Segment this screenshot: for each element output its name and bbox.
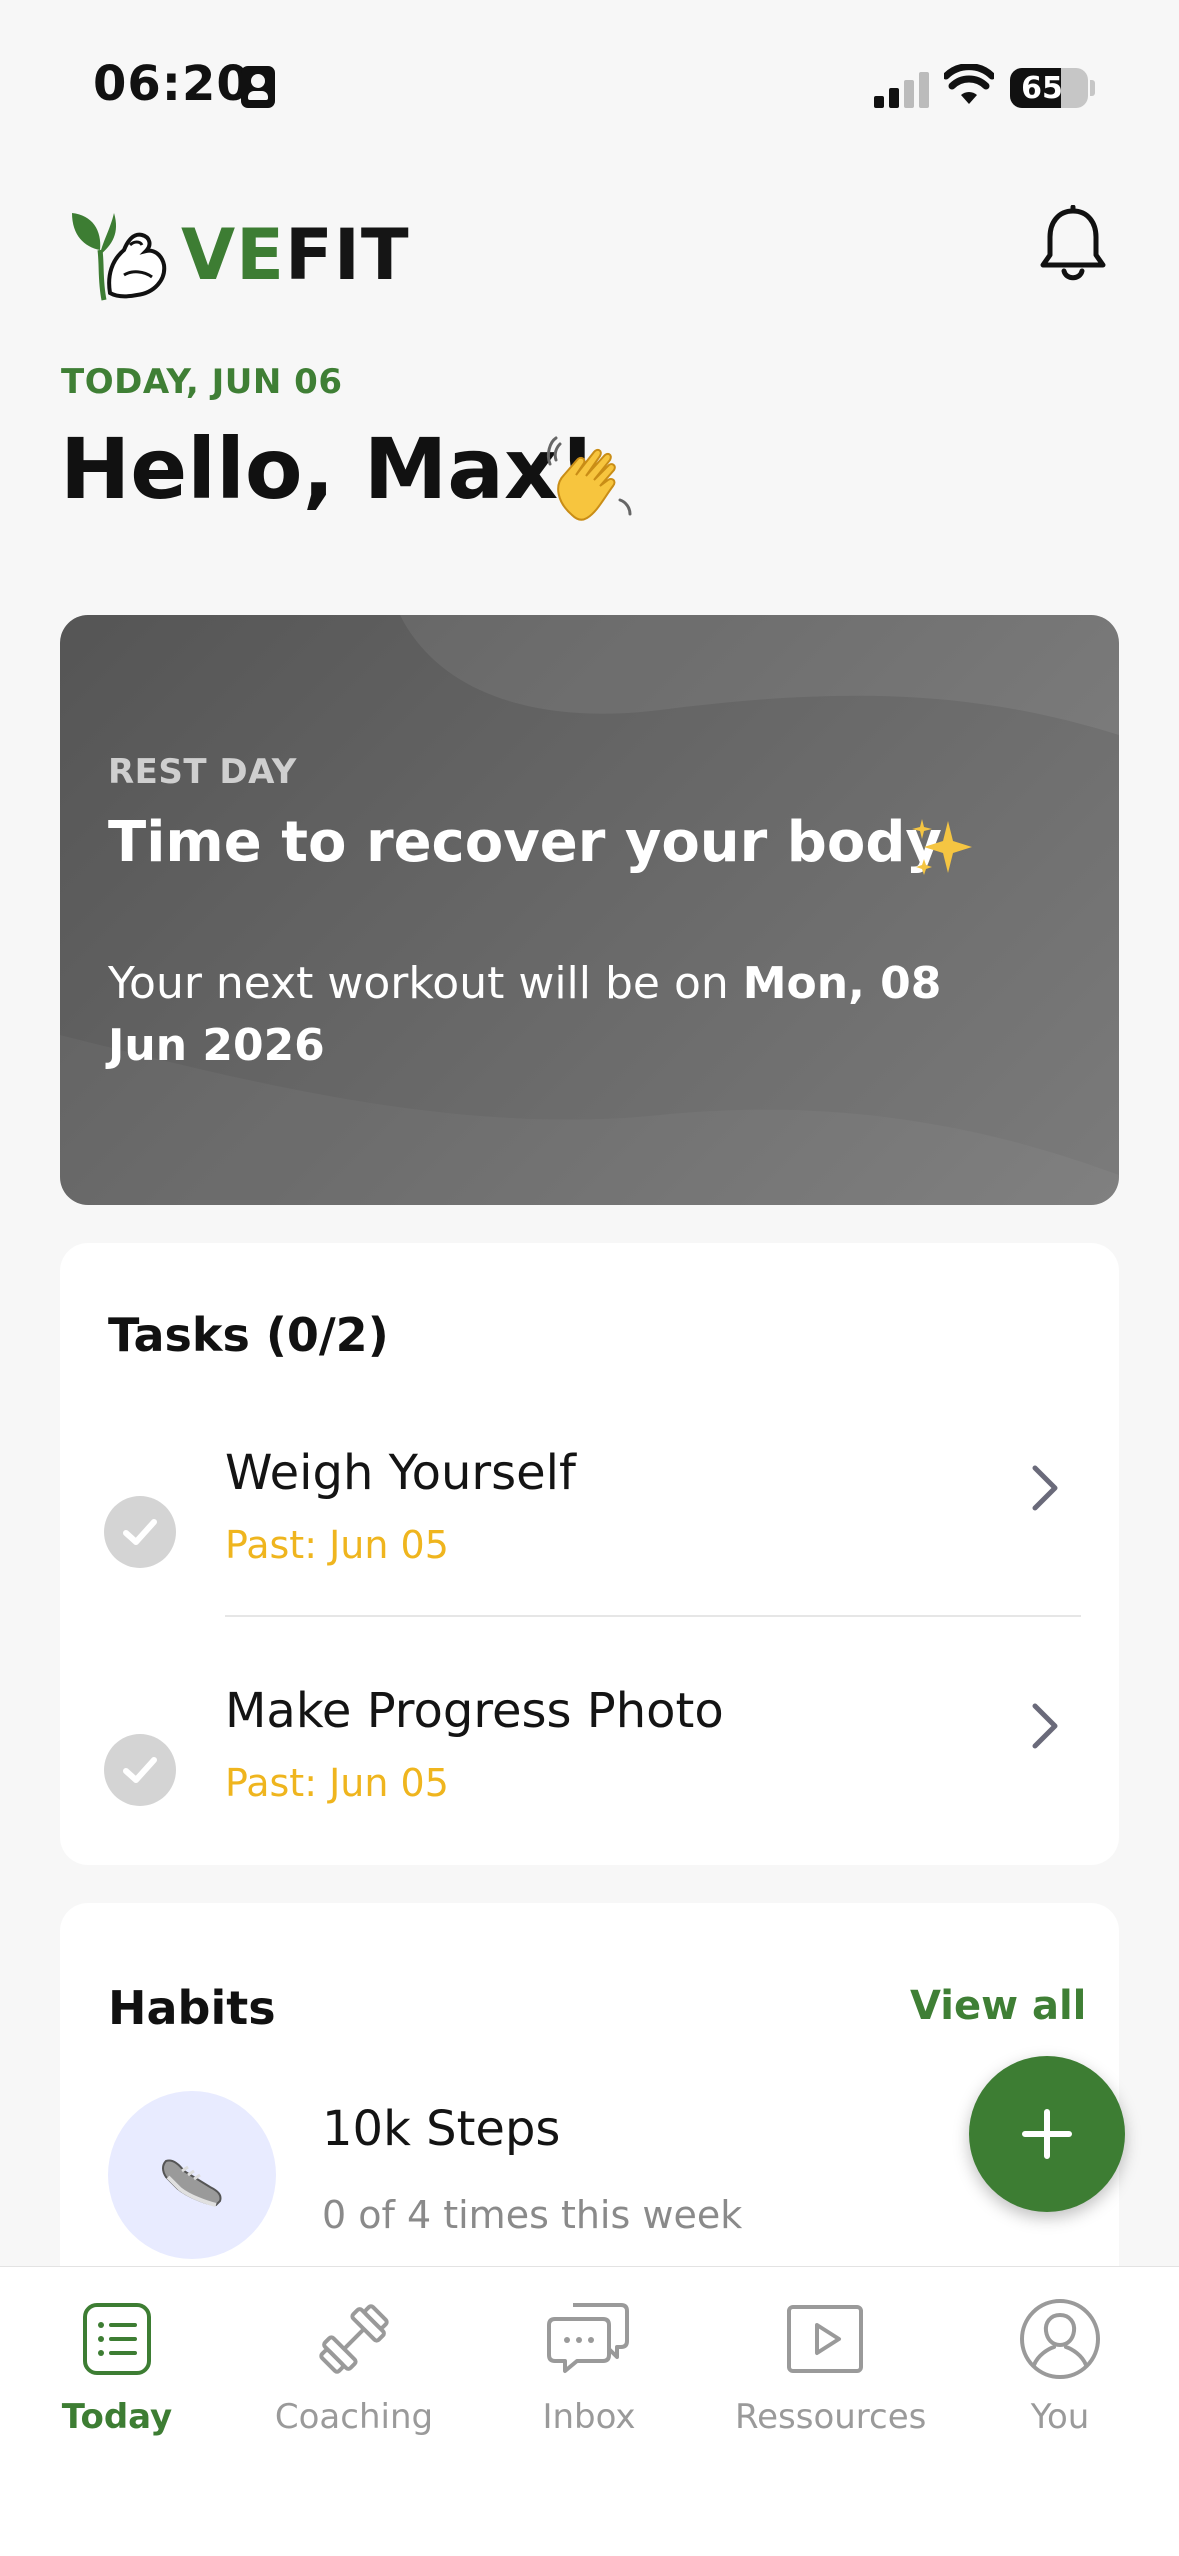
tab-inbox[interactable]: Inbox [499,2297,679,2447]
habits-title: Habits [108,1981,276,2035]
task-divider [225,1615,1081,1617]
tab-bar: Today Coaching Inbox Ressources You [0,2266,1179,2556]
next-workout-text: Your next workout will be on Mon, 08 Jun… [108,953,988,1077]
tab-label: Today [61,2397,173,2437]
rest-day-tag: REST DAY [108,752,297,792]
task-name: Make Progress Photo [225,1683,724,1739]
chevron-right-icon [1032,1465,1058,1511]
battery-tip [1090,80,1095,96]
add-button[interactable] [969,2056,1125,2212]
tab-label: Ressources [735,2397,927,2437]
today-list-icon [83,2303,151,2375]
date-label: TODAY, JUN 06 [61,362,343,402]
greeting-title: Hello, Max! [60,420,597,518]
task-checkbox[interactable] [104,1734,176,1806]
vefit-logo: VEFIT [62,205,410,305]
tab-you[interactable]: You [970,2297,1150,2447]
profile-icon [1020,2299,1100,2379]
tab-today[interactable]: Today [27,2297,207,2447]
habit-avatar [108,2091,276,2259]
view-all-habits-link[interactable]: View all [910,1983,1086,2029]
chevron-right-icon [1032,1703,1058,1749]
habit-progress: 0 of 4 times this week [322,2193,743,2237]
battery-icon: 65 [1010,68,1088,108]
status-bar: 06:20 65 [0,0,1179,170]
task-name: Weigh Yourself [225,1445,576,1501]
check-icon [123,1757,157,1783]
next-workout-prefix: Your next workout will be on [108,958,743,1009]
habits-card: Habits View all 10k Steps 0 of 4 times t… [60,1903,1119,2303]
status-time: 06:20 [93,56,251,112]
cellular-signal-icon [874,70,934,108]
tasks-card: Tasks (0/2) Weigh Yourself Past: Jun 05 … [60,1243,1119,1865]
card-background-wave [60,615,1119,1205]
task-row[interactable]: Make Progress Photo Past: Jun 05 [60,1661,1119,1861]
check-icon [123,1519,157,1545]
chat-bubbles-icon [547,2303,629,2373]
rest-day-card[interactable]: REST DAY Time to recover your body Your … [60,615,1119,1205]
tab-label: You [1030,2397,1090,2437]
home-screen: 06:20 65 VEFIT TODAY, JUN 06 Hello, Max!… [0,0,1179,2556]
task-due-date: Past: Jun 05 [225,1761,449,1805]
logo-wordmark: VEFIT [181,214,410,296]
plus-icon [1022,2109,1072,2159]
leaf-bicep-logo-icon [72,213,167,301]
contact-card-icon [241,66,275,108]
sneaker-icon [162,2159,222,2207]
notifications-bell-icon[interactable] [1038,205,1108,285]
waving-hand-icon [546,436,632,521]
tab-label: Coaching [274,2397,434,2437]
tab-label: Inbox [542,2397,636,2437]
tab-ressources[interactable]: Ressources [735,2297,927,2447]
tasks-title: Tasks (0/2) [108,1308,389,1362]
task-due-date: Past: Jun 05 [225,1523,449,1567]
rest-day-title: Time to recover your body [108,810,942,875]
habit-name: 10k Steps [322,2101,561,2157]
task-checkbox[interactable] [104,1496,176,1568]
tab-coaching[interactable]: Coaching [264,2297,444,2447]
dumbbell-icon [319,2304,389,2374]
battery-percentage: 65 [1021,71,1063,106]
play-video-icon [787,2305,863,2373]
logo-ve: VE [181,214,285,296]
wifi-icon [944,64,994,104]
task-row[interactable]: Weigh Yourself Past: Jun 05 [60,1423,1119,1623]
sparkles-icon [912,819,972,875]
logo-fit: FIT [285,214,410,296]
